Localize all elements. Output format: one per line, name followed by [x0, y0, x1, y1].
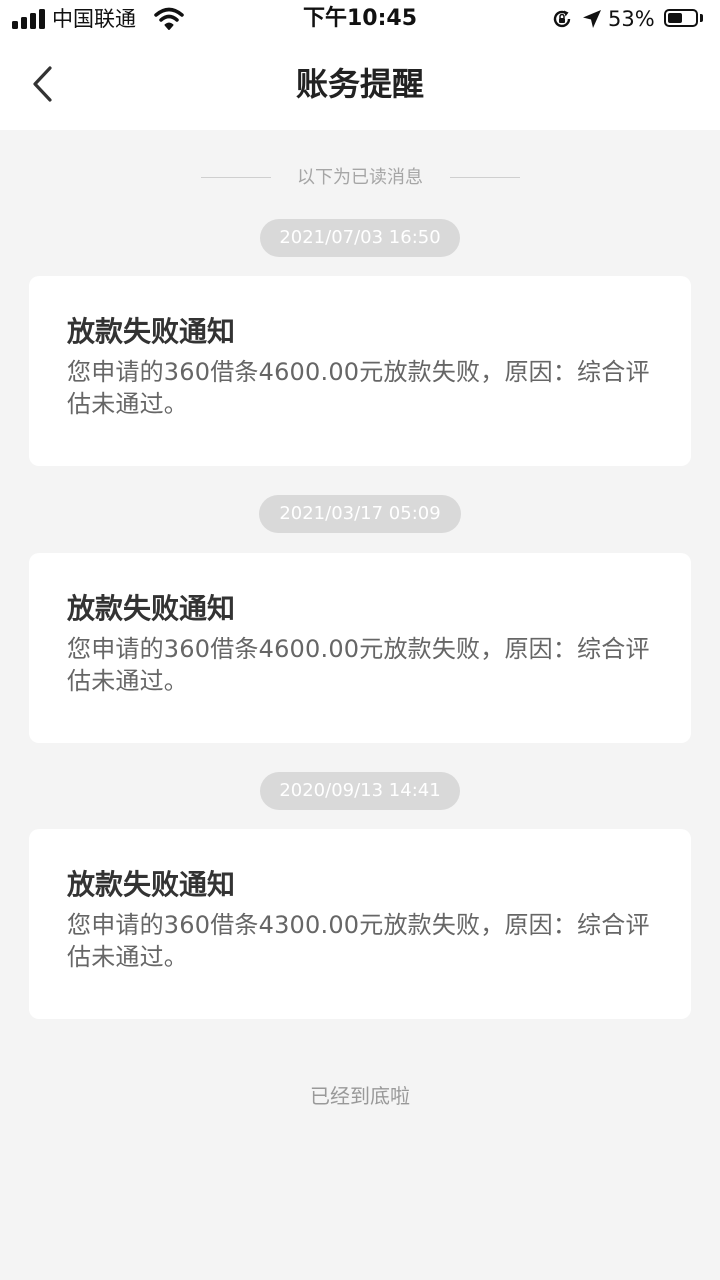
page-title: 账务提醒 [295, 65, 424, 103]
back-button[interactable] [18, 60, 66, 108]
message-card[interactable]: 放款失败通知 您申请的360借条4600.00元放款失败，原因：综合评估未通过。 [29, 553, 691, 743]
message-body: 您申请的360借条4600.00元放款失败，原因：综合评估未通过。 [67, 635, 650, 695]
divider-line-left [201, 177, 271, 178]
battery-fill [668, 13, 682, 23]
read-messages-divider: 以下为已读消息 [0, 164, 720, 192]
battery-percent: 53% [608, 7, 655, 31]
message-timestamp: 2021/03/17 05:09 [259, 495, 461, 533]
battery-nub [700, 14, 703, 22]
divider-line-right [450, 177, 520, 178]
end-of-list-label: 已经到底啦 [310, 1084, 410, 1108]
rotation-lock-icon [551, 8, 573, 34]
message-timestamp: 2020/09/13 14:41 [260, 772, 460, 810]
message-body: 您申请的360借条4600.00元放款失败，原因：综合评估未通过。 [67, 358, 650, 418]
message-timestamp: 2021/07/03 16:50 [260, 219, 460, 257]
message-card[interactable]: 放款失败通知 您申请的360借条4300.00元放款失败，原因：综合评估未通过。 [29, 829, 691, 1019]
message-title: 放款失败通知 [67, 868, 236, 901]
divider-label: 以下为已读消息 [297, 167, 423, 188]
message-title: 放款失败通知 [67, 315, 236, 348]
status-bar: 中国联通 下午10:45 53% [0, 0, 720, 40]
message-body: 您申请的360借条4300.00元放款失败，原因：综合评估未通过。 [67, 911, 650, 971]
message-card[interactable]: 放款失败通知 您申请的360借条4600.00元放款失败，原因：综合评估未通过。 [29, 276, 691, 466]
chevron-left-icon [33, 66, 52, 102]
battery-icon [664, 9, 698, 27]
location-icon [582, 9, 602, 33]
message-title: 放款失败通知 [67, 592, 236, 625]
